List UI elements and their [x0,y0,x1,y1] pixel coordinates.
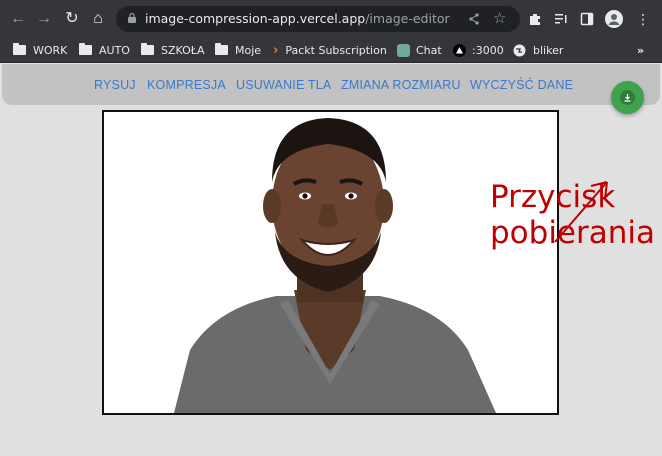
more-bookmarks-icon[interactable]: » [637,41,644,59]
triangle-icon [453,43,466,57]
browser-toolbar: ← → ↻ ⌂ image-compression-app.vercel.app… [0,0,662,37]
bookmark-work[interactable]: WORK [13,41,67,59]
tab-kompresja[interactable]: KOMPRESJA [147,78,226,92]
app-toolbar: RYSUJ KOMPRESJA USUWANIE TLA ZMIANA ROZM… [2,64,660,105]
download-icon [620,90,635,105]
url-text: image-compression-app.vercel.app/image-e… [145,11,450,26]
reload-icon[interactable]: ↻ [62,9,82,29]
bookmark-chat[interactable]: Chat [397,41,442,59]
folder-icon [79,43,92,55]
folder-icon [141,43,154,55]
menu-icon[interactable]: ⋮ [636,9,650,29]
tab-zmiana-rozmiaru[interactable]: ZMIANA ROZMIARU [341,78,461,92]
portrait-photo [104,112,557,413]
chat-icon [397,43,410,57]
back-icon[interactable]: ← [8,9,28,29]
extensions-icon[interactable] [528,12,542,26]
bookmark-label: Packt Subscription [285,43,387,57]
address-bar[interactable]: image-compression-app.vercel.app/image-e… [116,6,520,32]
bookmark-label: AUTO [99,43,130,57]
media-icon[interactable] [554,12,568,26]
bookmark-packt[interactable]: › Packt Subscription [273,41,387,59]
bookmark-label: WORK [33,43,68,57]
bookmark-label: SZKOŁA [161,43,205,57]
tab-usuwanie-tla[interactable]: USUWANIE TLA [236,78,331,92]
share-icon[interactable] [468,13,480,25]
bookmark-localhost[interactable]: :3000 [453,41,504,59]
profile-icon[interactable] [605,10,623,28]
tab-wyczysc-dane[interactable]: WYCZYŚĆ DANE [470,78,573,92]
forward-icon[interactable]: → [34,9,54,29]
url-path: /image-editor [365,11,450,26]
globe-icon [513,44,526,56]
bookmark-label: :3000 [472,43,504,57]
packt-icon: › [273,42,279,58]
bookmark-label: bliker [533,43,564,57]
star-icon[interactable]: ☆ [493,9,506,27]
download-button[interactable] [611,81,644,114]
tab-rysuj[interactable]: RYSUJ [94,78,136,92]
home-icon[interactable]: ⌂ [88,9,108,29]
bookmark-bliker[interactable]: bliker [513,41,563,59]
edited-image[interactable] [102,110,559,415]
url-host: image-compression-app.vercel.app [145,11,366,26]
sidepanel-icon[interactable] [580,12,594,26]
bookmark-moje[interactable]: Moje [215,41,261,59]
bookmark-label: Chat [416,43,442,57]
folder-icon [13,43,26,55]
lock-icon[interactable] [128,13,136,23]
folder-icon [215,43,228,55]
bookmark-szkola[interactable]: SZKOŁA [141,41,205,59]
bookmark-auto[interactable]: AUTO [79,41,130,59]
bookmark-label: Moje [235,43,262,57]
app-page: RYSUJ KOMPRESJA USUWANIE TLA ZMIANA ROZM… [0,64,662,456]
bookmarks-bar: WORK AUTO SZKOŁA Moje › Packt Subscriptio… [0,37,662,63]
annotation-label: Przycisk pobierania [490,179,656,251]
